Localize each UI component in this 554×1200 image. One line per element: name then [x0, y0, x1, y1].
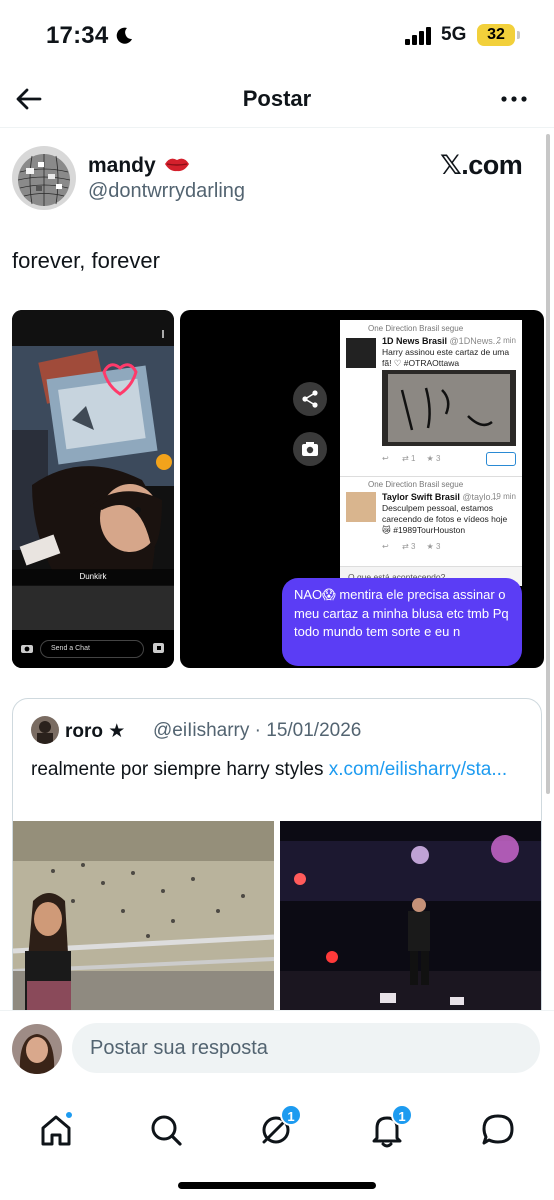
tab-grok[interactable]: 1	[256, 1104, 302, 1150]
disco-ball-image	[12, 146, 76, 210]
feed-actions: ↩ ⇄ 1 ★ 3	[382, 454, 441, 463]
home-indicator	[178, 1182, 376, 1189]
battery-tip	[517, 31, 520, 39]
camera-icon	[21, 645, 33, 653]
message-bubble: NAO😱 mentira ele precisa assinar o meu c…	[282, 578, 522, 666]
post-text: forever, forever	[12, 248, 160, 273]
feed-follow-note: One Direction Brasil segue	[368, 324, 464, 333]
author-handle[interactable]: @dontwrrydarling	[88, 180, 245, 203]
signal-icon	[405, 27, 431, 45]
quote-text: realmente por siempre harry styles x.com…	[31, 759, 508, 780]
share-button	[293, 382, 327, 416]
quote-image-stadium[interactable]	[13, 821, 274, 1027]
signed-poster-image	[382, 370, 516, 446]
snap-caption: Dunkirk	[12, 569, 174, 585]
network-type: 5G	[441, 24, 467, 45]
status-bar: 17:34 5G 32	[0, 0, 554, 70]
reply-bar: Postar sua resposta	[0, 1010, 554, 1088]
x-com-logo: 𝕏.com	[440, 150, 523, 180]
tab-notifications[interactable]: 1	[367, 1104, 413, 1150]
tab-messages[interactable]	[478, 1110, 518, 1150]
author-name[interactable]: mandy	[88, 154, 156, 178]
tab-home[interactable]	[36, 1110, 76, 1150]
chat-bubble-icon	[482, 1114, 514, 1145]
stadium-photo	[13, 821, 274, 1027]
notifications-badge: 1	[391, 1104, 413, 1126]
quote-image-concert[interactable]	[280, 821, 541, 1027]
quote-date: 15/01/2026	[266, 720, 362, 741]
snap-bottom-bar: Send a Chat	[12, 630, 174, 668]
author-avatar[interactable]	[12, 146, 76, 210]
snap-chat-input: Send a Chat	[40, 640, 144, 658]
camera-icon	[302, 442, 318, 456]
page-title: Postar	[242, 86, 312, 111]
quote-link[interactable]: x.com/eilisharry/sta...	[329, 759, 507, 780]
feed-account: Taylor Swift Brasil @taylo...	[382, 492, 499, 502]
search-icon	[151, 1115, 182, 1146]
quoted-post[interactable]: roro ★ @eiIisharry · 15/01/2026 realment…	[12, 698, 542, 1028]
quote-author-name[interactable]: roro ★	[65, 720, 125, 743]
moon-icon	[116, 27, 132, 44]
feed-time: 2 min	[496, 336, 516, 345]
selfie-photo	[12, 310, 174, 668]
top-bar: Postar	[0, 70, 554, 128]
reply-input[interactable]: Postar sua resposta	[72, 1023, 540, 1073]
quote-author-handle[interactable]: @eiIisharry	[153, 720, 249, 741]
feed-time: 19 min	[491, 492, 516, 501]
sticker-icon	[153, 643, 164, 653]
current-user-avatar[interactable]	[12, 1024, 62, 1074]
tab-search[interactable]	[146, 1110, 186, 1150]
feed-follow-note: One Direction Brasil segue	[368, 480, 464, 489]
status-time: 17:34	[46, 22, 109, 49]
quote-author-meta: @eiIisharry · 15/01/2026	[153, 720, 362, 741]
tweet-feed-screenshot: One Direction Brasil segue 1D News Brasi…	[340, 320, 522, 586]
camera-button	[293, 432, 327, 466]
grok-badge: 1	[280, 1104, 302, 1126]
feed-text: Desculpem pessoal, estamos carecendo de …	[382, 503, 508, 535]
quote-author-avatar[interactable]	[31, 716, 59, 744]
follow-button	[486, 452, 516, 466]
feed-divider	[340, 476, 522, 477]
lips-emoji-icon	[165, 158, 189, 172]
share-icon	[302, 390, 318, 408]
quote-avatar-image	[31, 716, 59, 744]
feed-avatar	[346, 492, 376, 522]
feed-account: 1D News Brasil @1DNews...	[382, 336, 501, 346]
concert-photo	[280, 821, 541, 1027]
post-image-snapchat[interactable]: Dunkirk Send a Chat	[12, 310, 174, 668]
user-avatar-image	[12, 1024, 62, 1074]
home-unread-dot	[64, 1110, 74, 1120]
feed-text: Harry assinou este cartaz de uma fã! ♡ #…	[382, 347, 510, 368]
scrollbar[interactable]	[546, 134, 550, 794]
post-image-feed-screenshot[interactable]: One Direction Brasil segue 1D News Brasi…	[180, 310, 544, 668]
feed-actions: ↩ ⇄ 3 ★ 3	[382, 542, 441, 551]
more-options-icon[interactable]	[498, 84, 530, 114]
feed-avatar	[346, 338, 376, 368]
battery-level: 32	[477, 24, 515, 46]
bottom-tab-bar: 1 1	[0, 1088, 554, 1200]
